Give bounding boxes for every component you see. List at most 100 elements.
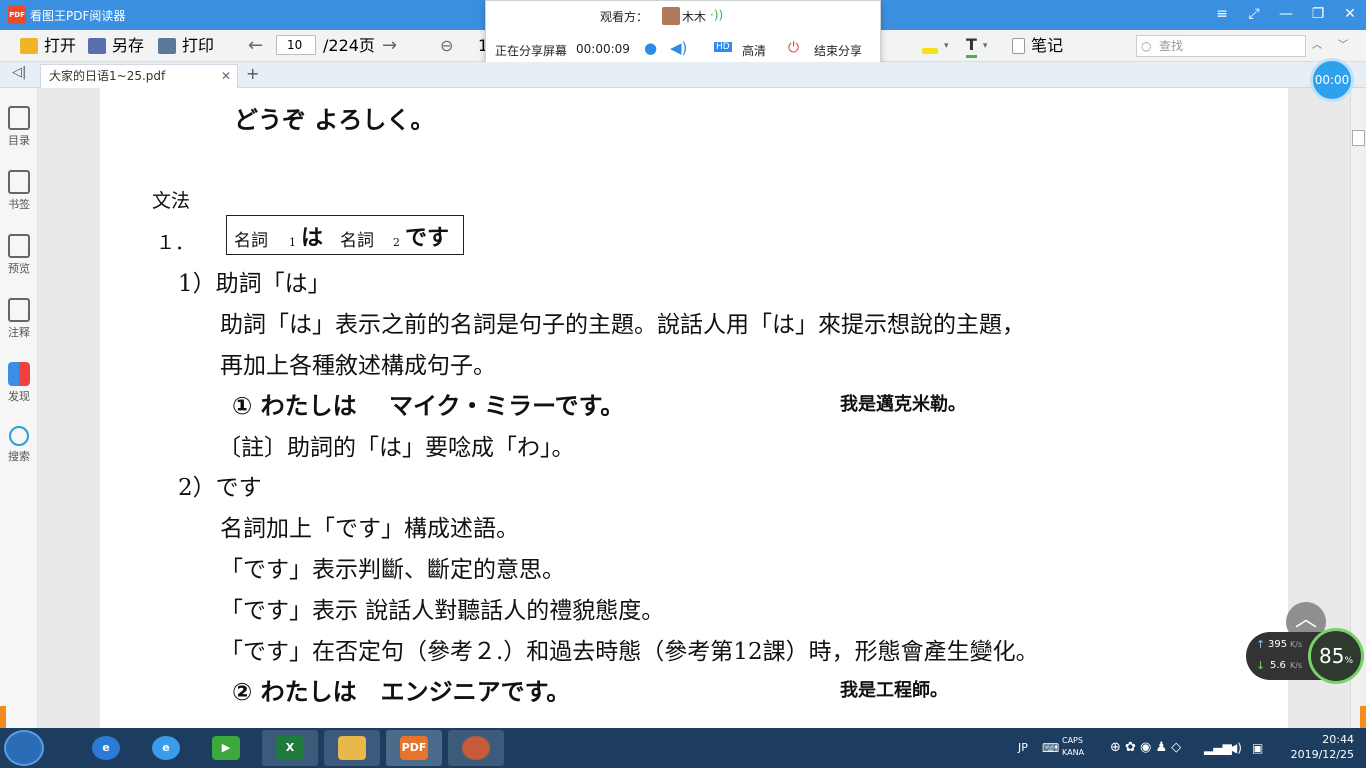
search-icon: [9, 426, 29, 446]
page-number-input[interactable]: 10: [276, 35, 316, 55]
gauge-value: 85: [1318, 644, 1345, 668]
minimize-button[interactable]: —: [1270, 0, 1302, 30]
media-player-icon: ▶: [212, 736, 240, 760]
screen-share-panel: 观看方： 木木 ·)) 正在分享屏幕 00:00:09 ● ◀) HD 高清 ⏻…: [485, 0, 881, 64]
system-clock[interactable]: 20:44 2019/12/25: [1291, 732, 1354, 762]
printer-icon: [158, 38, 176, 54]
pattern-wa: は: [301, 226, 324, 251]
page-margin-left: [38, 88, 100, 728]
close-tab-icon[interactable]: ✕: [221, 65, 231, 87]
hd-badge: HD: [714, 42, 732, 52]
kana-indicator: KANA: [1062, 748, 1085, 757]
left-sidebar: 目录 书签 预览 注释 发现 搜索: [0, 88, 38, 728]
pattern-sub2: 2: [393, 236, 400, 249]
pattern-noun2: 名詞: [340, 231, 374, 251]
example1-jp: ① わたしは マイク・ミラーです。: [232, 392, 625, 420]
maximize-button[interactable]: ❐: [1302, 0, 1334, 30]
tab-document[interactable]: 大家的日语1~25.pdf ✕: [40, 64, 238, 88]
sidebar-item-discover[interactable]: 发现: [0, 362, 38, 404]
search-next-icon[interactable]: ﹀: [1338, 36, 1348, 56]
language-indicator[interactable]: JP: [1018, 728, 1028, 768]
action-center-icon[interactable]: ▣: [1252, 728, 1263, 768]
p1-heading: 1）助詞「は」: [178, 271, 331, 297]
zoom-out-icon[interactable]: ⊖: [440, 36, 453, 56]
sidebar-item-search[interactable]: 搜索: [0, 426, 38, 464]
download-speed: 5.6: [1270, 660, 1286, 671]
p2-line1: 名詞加上「です」構成述語。: [220, 516, 519, 542]
pattern-desu: です: [405, 226, 450, 251]
clock-time: 20:44: [1322, 733, 1354, 746]
microphone-icon[interactable]: ●: [644, 39, 657, 57]
p2-heading: 2）です: [178, 475, 262, 501]
scrollbar-thumb[interactable]: [1352, 130, 1365, 146]
close-button[interactable]: ✕: [1334, 0, 1366, 30]
fullscreen-icon[interactable]: ⤢: [1238, 0, 1270, 30]
sidebar-item-toc[interactable]: 目录: [0, 106, 38, 148]
sidebar-label: 目录: [8, 134, 30, 147]
folder-icon: [338, 736, 366, 760]
next-page-icon[interactable]: →: [382, 36, 397, 56]
notes-button[interactable]: 笔记: [1012, 36, 1063, 56]
tab-label: 大家的日语1~25.pdf: [49, 69, 166, 83]
end-share-button[interactable]: 结束分享: [814, 42, 862, 59]
collapse-sidebar-icon[interactable]: ◁|: [12, 65, 26, 80]
volume-icon[interactable]: ◀): [1228, 728, 1242, 768]
menu-icon[interactable]: ≡: [1206, 0, 1238, 30]
pages-icon: [8, 234, 30, 258]
taskbar-app-ie[interactable]: e: [78, 730, 134, 766]
text-color-icon: T: [966, 35, 977, 58]
example2-cn: 我是工程師。: [840, 680, 948, 701]
avatar-icon: [462, 736, 490, 760]
list-icon: [8, 106, 30, 130]
open-button[interactable]: 打开: [20, 36, 76, 56]
save-as-button[interactable]: 另存: [88, 36, 144, 56]
download-unit: K/s: [1290, 661, 1303, 670]
share-elapsed: 00:00:09: [576, 42, 630, 56]
page-total: /224页: [323, 36, 375, 55]
sidebar-item-preview[interactable]: 预览: [0, 234, 38, 276]
sidebar-label: 注释: [8, 326, 30, 339]
tab-bar: ◁| 大家的日语1~25.pdf ✕ +: [0, 62, 1366, 88]
print-button[interactable]: 打印: [158, 36, 214, 56]
upload-unit: K/s: [1290, 640, 1303, 649]
prev-page-icon[interactable]: ←: [248, 36, 263, 56]
taskbar-app-avatar[interactable]: [448, 730, 504, 766]
taskbar-app-folder[interactable]: [324, 730, 380, 766]
p1-line2: 再加上各種敘述構成句子。: [220, 353, 496, 379]
taskbar: e e ▶ X PDF JP ⌨ CAPS KANA ⊕ ✿ ◉ ♟ ◇ ▂▄▆…: [0, 728, 1366, 768]
taskbar-app-excel[interactable]: X: [262, 730, 318, 766]
speaker-icon[interactable]: ◀): [670, 39, 687, 57]
memory-gauge[interactable]: 85%: [1308, 628, 1364, 684]
keyboard-icon[interactable]: ⌨: [1042, 728, 1059, 768]
tray-icons[interactable]: ⊕ ✿ ◉ ♟ ◇: [1110, 728, 1181, 768]
p2-line4: 「です」在否定句（參考２.）和過去時態（參考第12課）時，形態會產生變化。: [220, 639, 1039, 665]
taskbar-app-media[interactable]: ▶: [198, 730, 254, 766]
taskbar-app-ie-alt[interactable]: e: [138, 730, 194, 766]
vertical-scrollbar[interactable]: [1350, 88, 1366, 728]
example1-cn: 我是邁克米勒。: [840, 394, 966, 415]
item-number: １．: [156, 232, 195, 254]
text-tool[interactable]: T ▾: [966, 35, 987, 58]
sidebar-item-bookmarks[interactable]: 书签: [0, 170, 38, 212]
taskbar-app-pdf[interactable]: PDF: [386, 730, 442, 766]
search-input[interactable]: 查找: [1136, 35, 1306, 57]
sidebar-item-annotations[interactable]: 注释: [0, 298, 38, 340]
search-prev-icon[interactable]: ︿: [1312, 36, 1322, 56]
save-icon: [88, 38, 106, 54]
floating-timer[interactable]: 00:00: [1310, 58, 1354, 102]
upload-speed: 395: [1268, 639, 1288, 650]
save-as-label: 另存: [112, 36, 145, 55]
viewer-label: 观看方：: [600, 10, 649, 24]
example2-jp: ② わたしは エンジニアです。: [232, 678, 571, 706]
start-button[interactable]: [4, 730, 44, 766]
highlight-tool[interactable]: ▾: [922, 36, 949, 56]
note-icon: [1012, 38, 1025, 54]
audio-wave-icon: ·)): [710, 8, 724, 22]
new-tab-icon[interactable]: +: [246, 64, 259, 83]
quality-button[interactable]: 高清: [742, 42, 766, 59]
app-logo-icon: PDF: [8, 6, 26, 24]
document-page: どうぞ よろしく。 文法 １． 名詞 1 は 名詞 2 です 1）助詞「は」 助…: [100, 88, 1288, 728]
share-status: 正在分享屏幕: [495, 44, 568, 58]
p2-line3: 「です」表示 說話人對聽話人的禮貌態度。: [220, 598, 665, 624]
ie-icon: e: [92, 736, 120, 760]
